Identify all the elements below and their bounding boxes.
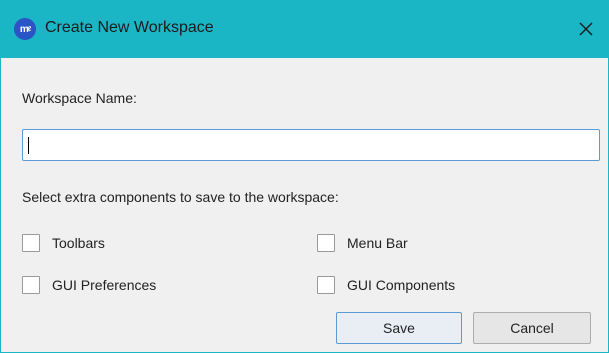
gui-components-checkbox[interactable] <box>317 276 335 294</box>
toolbars-checkbox[interactable] <box>22 234 40 252</box>
workspace-name-input[interactable] <box>22 129 600 161</box>
menu-bar-checkbox-row[interactable]: Menu Bar <box>317 234 408 252</box>
menu-bar-checkbox[interactable] <box>317 234 335 252</box>
gui-preferences-checkbox-row[interactable]: GUI Preferences <box>22 276 156 294</box>
window-title: Create New Workspace <box>45 19 214 36</box>
close-icon <box>579 22 593 36</box>
toolbars-checkbox-row[interactable]: Toolbars <box>22 234 105 252</box>
dialog-body: Workspace Name: Select extra components … <box>0 58 609 353</box>
text-caret <box>28 137 29 154</box>
close-button[interactable] <box>563 0 609 58</box>
toolbars-label: Toolbars <box>52 235 105 251</box>
title-bar: mℓ Create New Workspace <box>0 0 609 58</box>
gui-components-label: GUI Components <box>347 277 456 293</box>
gui-components-checkbox-row[interactable]: GUI Components <box>317 276 455 294</box>
components-prompt: Select extra components to save to the w… <box>22 189 339 205</box>
workspace-name-label: Workspace Name: <box>22 90 137 106</box>
app-logo-icon: mℓ <box>14 18 36 40</box>
menu-bar-label: Menu Bar <box>347 235 408 251</box>
save-button[interactable]: Save <box>336 312 462 344</box>
gui-preferences-label: GUI Preferences <box>52 277 157 293</box>
gui-preferences-checkbox[interactable] <box>22 276 40 294</box>
cancel-button[interactable]: Cancel <box>473 312 591 344</box>
